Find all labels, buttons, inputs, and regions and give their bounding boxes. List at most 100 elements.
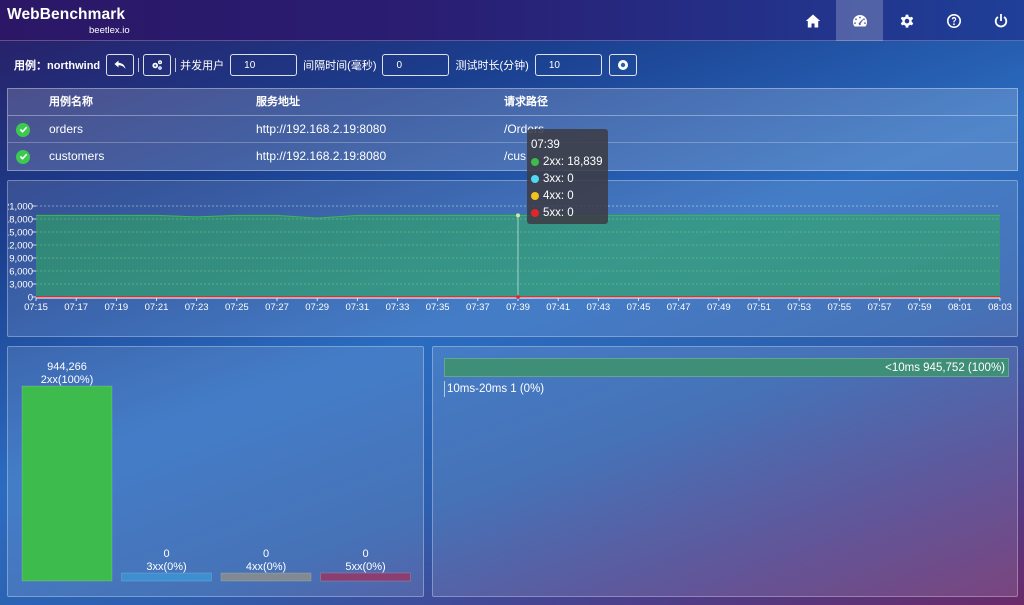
hover-point [516,213,520,218]
tooltip-3xx: 3xx: 0 [543,172,574,185]
x-tick-label: 07:45 [627,302,651,313]
hover-point [516,295,520,299]
requests-timeline-chart[interactable]: 03,0006,0009,00012,00015,00018,00021,000… [4,181,1017,336]
y-tick-label: 18,000 [8,215,33,226]
record-icon [617,60,628,70]
interval-label: 间隔时间(毫秒) [303,60,377,72]
request-path: /cus [504,149,527,163]
nav-power[interactable] [977,0,1024,41]
check-circle-icon [16,149,30,164]
status-bar-3xx [121,572,212,582]
latency-bar-lt10ms: <10ms 945,752 (100%) [444,358,1009,377]
status-bar-2xx [21,385,113,582]
nav-help[interactable] [930,0,977,41]
x-tick-label: 07:49 [707,302,731,313]
reply-icon [114,60,126,69]
table-row[interactable]: customers http://192.168.2.19:8080 /cus [8,143,1017,170]
nav-dashboard[interactable] [836,0,883,41]
case-name: customers [49,149,105,163]
interval-input[interactable]: 0 [382,54,450,76]
latency-bar-label: <10ms 945,752 (100%) [885,362,1005,374]
x-tick-label: 07:39 [506,302,530,313]
nav-settings[interactable] [883,0,930,41]
x-tick-label: 07:29 [305,302,329,313]
x-tick-label: 07:33 [386,302,410,313]
nav-home[interactable] [789,0,836,41]
tooltip-5xx: 5xx: 0 [543,206,574,219]
server-url: http://192.168.2.19:8080 [256,122,387,136]
legend-dot-3xx [531,174,539,183]
table-header: 用例名称 服务地址 请求路径 [8,89,1017,116]
tooltip-item: 5xx: 0 [531,204,604,221]
status-code-panel: 944,266 2xx(100%) 0 3xx(0%) 0 4xx(0%) 0 5xx(0%) [7,346,424,597]
header-server-url: 服务地址 [256,96,300,108]
concurrency-input[interactable]: 10 [230,54,298,76]
bar-value-label: 0 [362,548,368,560]
check-circle-icon [16,122,30,137]
concurrency-label: 并发用户 [180,60,225,72]
app-logo[interactable]: WebBenchmark beetlex.io [7,6,130,36]
tooltip-4xx: 4xx: 0 [543,189,574,202]
app-title: WebBenchmark [7,6,126,23]
legend-dot-4xx [531,191,539,200]
tooltip-2xx: 2xx: 18,839 [543,155,603,168]
app-subtitle: beetlex.io [89,25,130,36]
header-request-path: 请求路径 [504,96,548,108]
settings-button[interactable] [143,54,172,76]
dashboard-icon [852,14,867,26]
x-tick-label: 07:55 [827,302,851,313]
toolbar: 用例：northwind 并发用户 10 间隔时间(毫秒) 0 测试时长(分钟)… [14,53,637,77]
duration-label: 测试时长(分钟) [455,60,529,72]
x-tick-label: 07:31 [345,302,369,313]
back-button[interactable] [106,54,135,76]
x-tick-label: 07:57 [868,302,892,313]
latency-bar-label: 10ms-20ms 1 (0%) [447,383,545,395]
y-tick-label: 6,000 [9,267,33,278]
bar-value-label: 0 [163,548,169,560]
cogs-icon [152,60,163,70]
toolbar-divider [138,58,140,72]
bar-category-label: 5xx(0%) [345,561,385,573]
chart-tooltip: 07:39 2xx: 18,839 3xx: 0 4xx: 0 5xx: 0 [527,129,608,224]
status-cell [16,116,32,143]
x-tick-label: 07:51 [747,302,771,313]
bar-category-label: 3xx(0%) [146,561,186,573]
case-name: orders [49,122,84,136]
app-header: WebBenchmark beetlex.io [0,0,1024,41]
tooltip-time: 07:39 [531,138,560,151]
help-icon [946,13,961,28]
toolbar-divider [175,58,177,72]
x-tick-label: 07:59 [908,302,932,313]
power-icon [994,13,1007,27]
y-tick-label: 12,000 [8,241,33,252]
legend-dot-5xx [531,208,539,217]
status-code-bar-chart: 944,2662xx(100%)03xx(0%)04xx(0%)05xx(0%) [21,361,411,582]
case-label: 用例：northwind [14,60,101,72]
requests-timeline-panel: 03,0006,0009,00012,00015,00018,00021,000… [4,180,1018,337]
bar-category-label: 2xx(100%) [41,374,94,386]
status-cell [16,143,32,170]
bar-value-label: 944,266 [47,361,87,373]
server-url: http://192.168.2.19:8080 [256,149,387,163]
status-bar-4xx [220,572,312,582]
x-tick-label: 08:03 [988,302,1012,313]
bar-value-label: 0 [263,548,269,560]
x-tick-label: 07:19 [104,302,128,313]
x-tick-label: 07:27 [265,302,289,313]
status-bar-5xx [320,572,411,582]
tooltip-item: 2xx: 18,839 [531,153,604,170]
table-row[interactable]: orders http://192.168.2.19:8080 /Orders [8,116,1017,143]
gear-icon [900,14,913,28]
test-case-table: 用例名称 服务地址 请求路径 orders http://192.168.2.1… [7,88,1018,171]
header-case-name: 用例名称 [49,96,93,108]
x-tick-label: 07:17 [64,302,88,313]
latency-bar-10-20ms: 10ms-20ms 1 (0%) [444,381,544,397]
duration-input[interactable]: 10 [534,54,602,76]
x-tick-label: 07:23 [185,302,209,313]
x-tick-label: 07:53 [787,302,811,313]
run-button[interactable] [608,54,637,76]
x-tick-label: 07:15 [24,302,48,313]
latency-panel: <10ms 945,752 (100%) 10ms-20ms 1 (0%) [432,346,1018,597]
home-icon [805,14,820,27]
x-tick-label: 07:25 [225,302,249,313]
